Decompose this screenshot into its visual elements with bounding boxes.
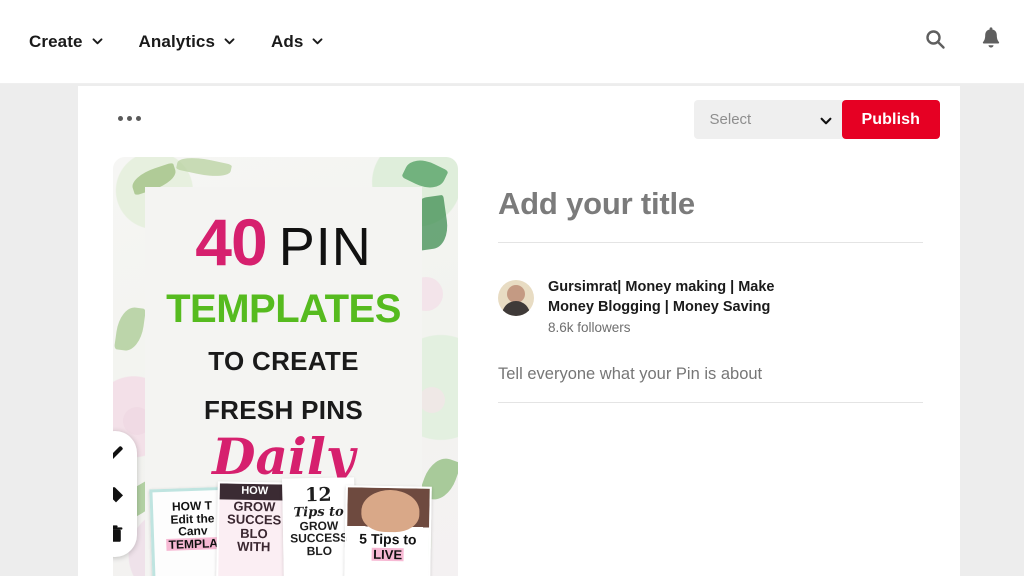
nav-item-analytics[interactable]: Analytics [139, 32, 236, 52]
pin-subline-2: FRESH PINS [203, 394, 364, 425]
avatar [498, 280, 534, 316]
pin-headline-number: 40 [195, 205, 267, 279]
chevron-down-icon [820, 114, 832, 126]
pin-description-input[interactable]: Tell everyone what your Pin is about [498, 365, 923, 404]
tag-icon[interactable] [113, 483, 126, 505]
edit-icon[interactable] [113, 443, 126, 465]
nav-actions [920, 27, 1006, 57]
board-select[interactable]: Select [693, 100, 846, 139]
collage-line: 5 Tips to [359, 530, 417, 548]
search-button[interactable] [920, 27, 950, 57]
author-followers: 8.6k followers [548, 320, 631, 336]
pin-editor-card: Select Publish 40 PIN TEMPLATES TO CREAT… [78, 86, 960, 576]
collage-line: Tips to [293, 504, 344, 521]
more-options-icon[interactable] [116, 110, 143, 127]
collage-thumbnail: HOW GROW SUCCES BLO WITH [216, 481, 292, 576]
publish-button[interactable]: Publish [841, 100, 940, 139]
nav-item-create-label: Create [29, 31, 83, 51]
chevron-down-icon [92, 36, 103, 47]
pin-author[interactable]: Gursimrat| Money making | Make Money Blo… [498, 277, 923, 335]
chevron-down-icon [224, 36, 235, 47]
collage-line: WITH [237, 539, 271, 555]
pin-thumbnail-collage: HOW T Edit the Canv TEMPLA HOW GROW SUCC… [113, 477, 458, 576]
top-navigation-bar: Create Analytics Ads [0, 0, 1024, 84]
search-icon [924, 28, 946, 55]
pin-script-text: Daily [212, 427, 355, 486]
dot [118, 116, 123, 121]
pin-image-toolbar [113, 431, 137, 557]
pin-templates-text: TEMPLATES [166, 287, 401, 331]
nav-menu: Create Analytics Ads [29, 32, 323, 52]
nav-item-analytics-label: Analytics [138, 31, 216, 51]
leaf-decoration [175, 157, 233, 181]
publish-controls: Select Publish [693, 100, 940, 139]
collage-line: BLO [306, 543, 333, 558]
chevron-down-icon [312, 36, 323, 47]
nav-item-ads[interactable]: Ads [271, 32, 323, 52]
collage-line: TEMPLA [166, 535, 221, 552]
pin-headline-word: PIN [278, 217, 372, 277]
collage-line: LIVE [371, 546, 405, 562]
collage-thumbnail: 5 Tips to LIVE [344, 485, 432, 576]
dot [136, 116, 141, 121]
pin-details-column: Add your title Gursimrat| Money making |… [498, 186, 923, 404]
nav-item-ads-label: Ads [271, 31, 304, 51]
author-name: Gursimrat| Money making | Make Money Blo… [548, 279, 775, 315]
pin-subline-1: TO CREATE [208, 346, 359, 376]
delete-icon[interactable] [113, 523, 126, 545]
notifications-button[interactable] [976, 27, 1006, 57]
blossom-decoration [419, 387, 445, 413]
dot [127, 116, 132, 121]
pin-title-input[interactable]: Add your title [498, 186, 923, 243]
leaf-decoration [114, 305, 146, 353]
bell-icon [980, 27, 1002, 56]
author-text: Gursimrat| Money making | Make Money Blo… [548, 277, 798, 335]
pin-builder-page: Create Analytics Ads Select Publish 40 P… [0, 0, 1024, 576]
collage-line: 12 [304, 483, 332, 507]
board-select-value: Select [709, 111, 752, 128]
nav-item-create[interactable]: Create [29, 32, 103, 52]
pin-headline: 40 PIN [145, 209, 422, 275]
pin-image-preview[interactable]: 40 PIN TEMPLATES TO CREATE FRESH PINS Da… [113, 157, 458, 576]
collage-line: HOW [219, 483, 290, 501]
